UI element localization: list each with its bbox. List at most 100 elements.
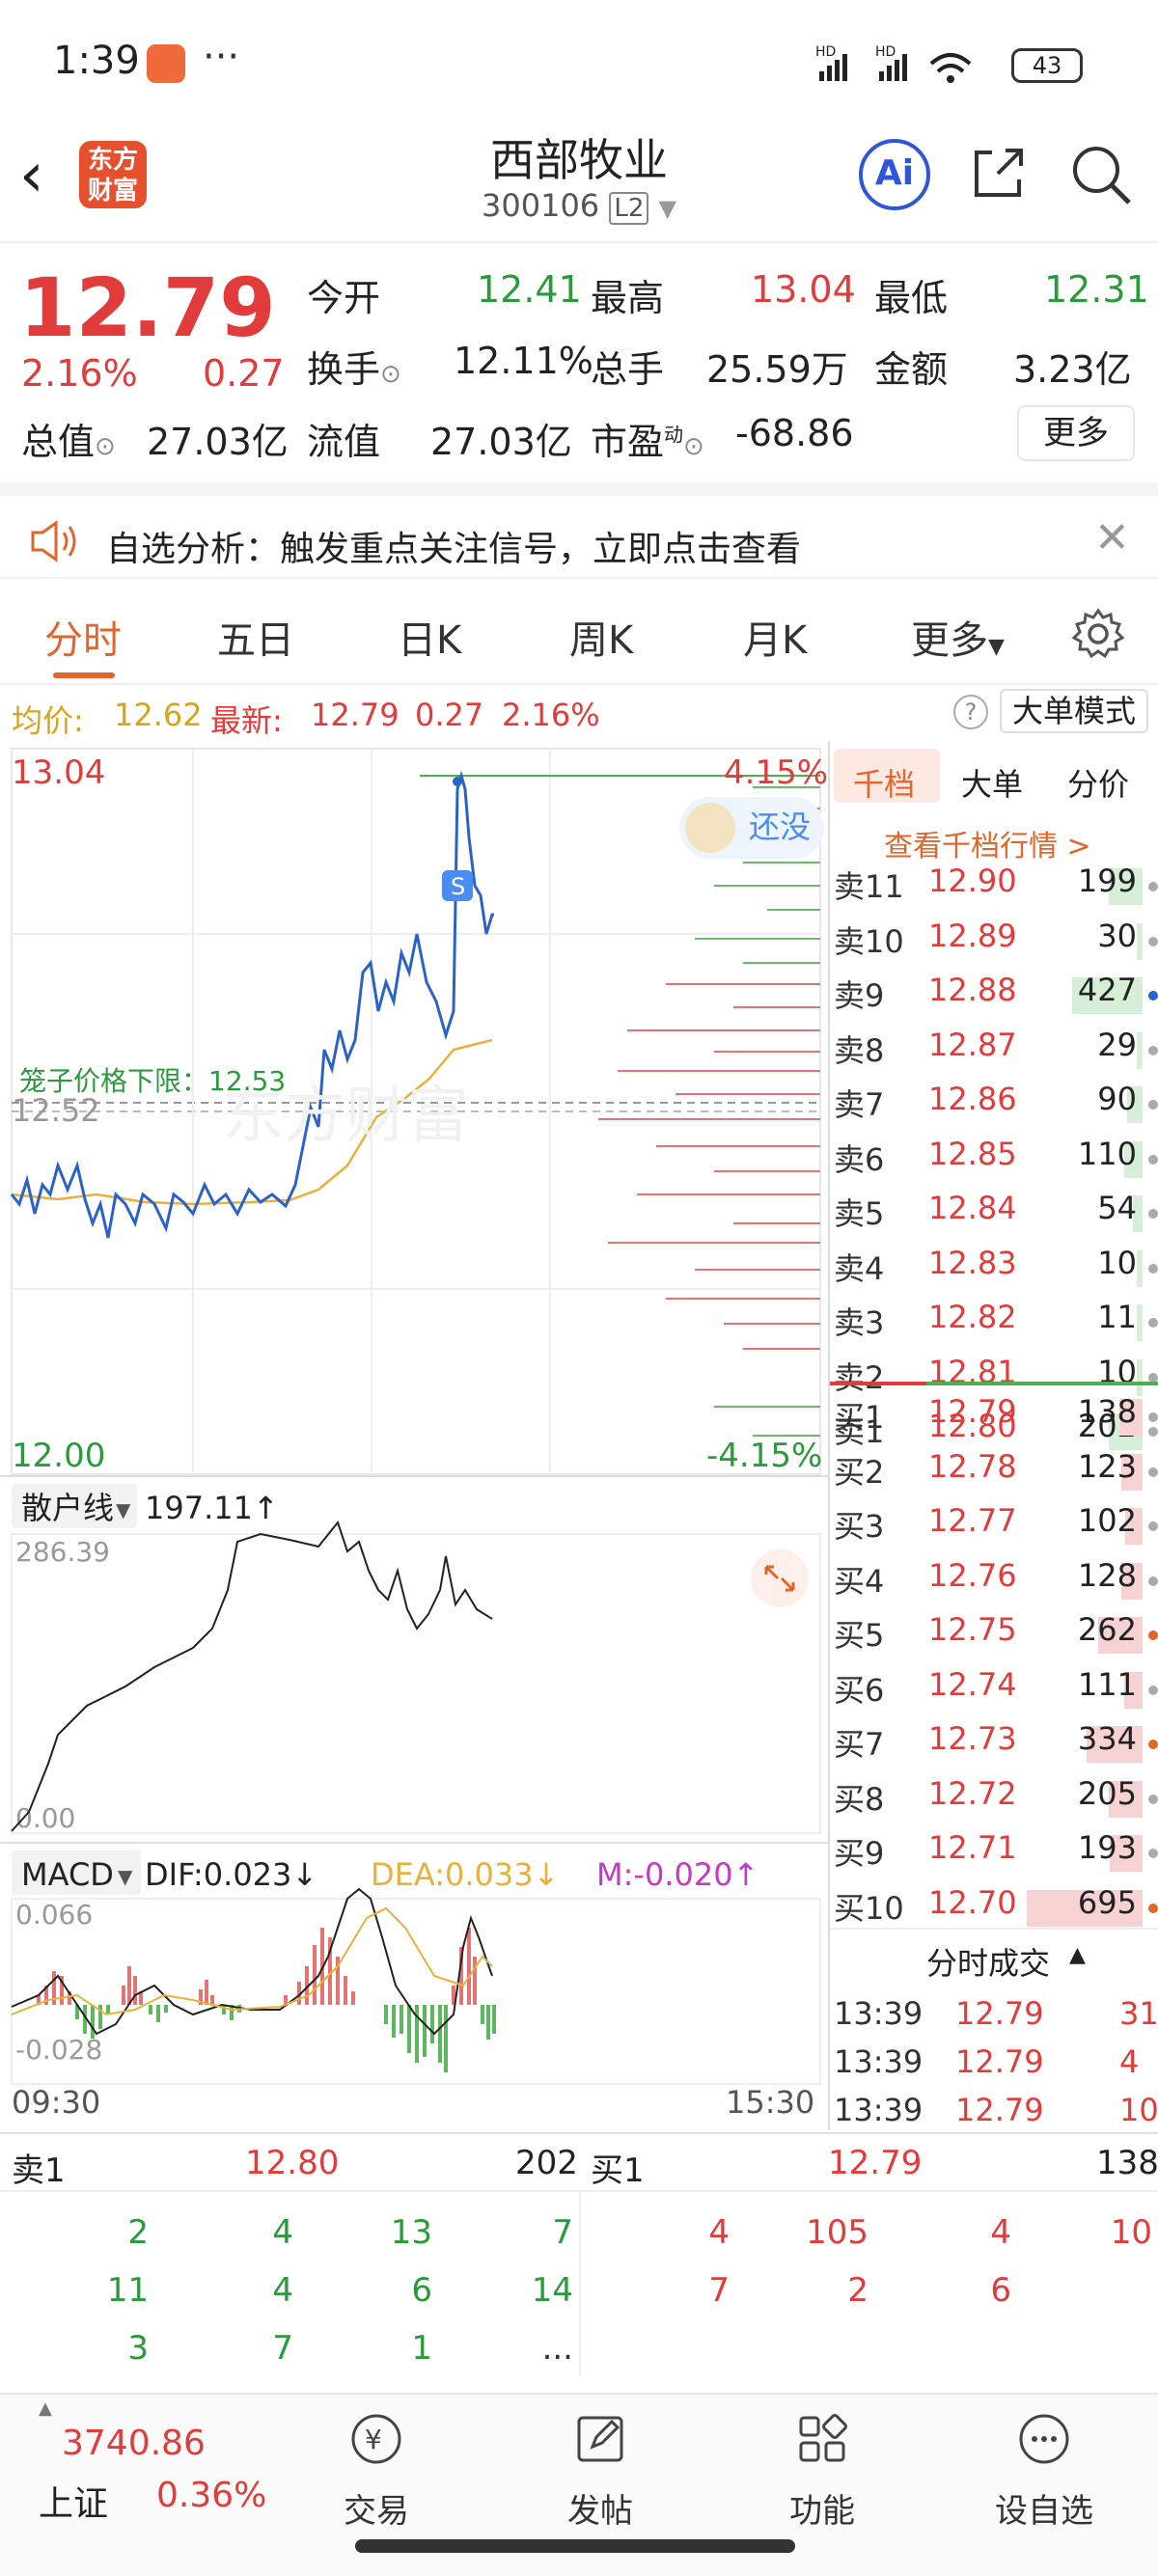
tab-depth[interactable]: 千档 xyxy=(853,760,915,805)
status-more-dots: ··· xyxy=(203,35,240,79)
bid-row-6[interactable]: 买6 12.74 111 xyxy=(830,1666,1158,1713)
low-value: 12.31 xyxy=(1044,268,1149,311)
ask-row-1[interactable]: 卖11 12.90 199 xyxy=(830,863,1158,909)
share-icon[interactable] xyxy=(969,143,1029,203)
caret-down-icon: ▼ xyxy=(988,635,1005,659)
ask-row-7[interactable]: 卖5 12.84 54 xyxy=(830,1190,1158,1236)
bid-row-5[interactable]: 买5 12.75 262 xyxy=(830,1611,1158,1658)
order-price: 12.78 xyxy=(928,1447,1017,1485)
tab-big-orders[interactable]: 大单 xyxy=(961,760,1023,805)
tab-more-label: 更多 xyxy=(911,618,988,663)
signal-wifi-icon: HD HD xyxy=(815,44,972,83)
trade-title: 分时成交 xyxy=(926,1945,1051,1982)
nav-trade[interactable]: ¥ 交易 xyxy=(309,2410,444,2532)
info-icon[interactable]: ⊙ xyxy=(683,432,704,461)
order-dot xyxy=(1148,1521,1158,1531)
status-bar: 1:39 ··· HD HD 43 xyxy=(0,0,1158,125)
ask-row-8[interactable]: 卖4 12.83 10 xyxy=(830,1245,1158,1291)
bid-row-10[interactable]: 买10 12.70 695 xyxy=(830,1884,1158,1931)
nav-trade-label: 交易 xyxy=(344,2492,409,2531)
brand-logo[interactable]: 东方财富 xyxy=(79,141,147,208)
tab-intraday[interactable]: 分时 xyxy=(44,609,122,665)
trade-time: 13:39 xyxy=(834,2092,924,2128)
order-vol: 90 xyxy=(1097,1081,1137,1117)
amount-label: 金额 xyxy=(874,348,949,391)
order-price: 12.88 xyxy=(928,972,1017,1008)
trade-header[interactable]: 分时成交 ▲ xyxy=(830,1928,1158,1986)
bid-row-1[interactable]: 买1 12.79 138 xyxy=(830,1393,1158,1439)
macd-label: MACD xyxy=(21,1856,114,1893)
order-dot xyxy=(1148,1631,1158,1640)
last-price: 12.79 xyxy=(19,260,276,355)
ask-row-5[interactable]: 卖7 12.86 90 xyxy=(830,1081,1158,1127)
search-icon[interactable] xyxy=(1069,143,1133,206)
ai-assistant-icon[interactable]: Ai xyxy=(859,139,930,210)
time-start-label: 09:30 xyxy=(12,2084,100,2121)
bid-row-9[interactable]: 买9 12.71 193 xyxy=(830,1829,1158,1876)
bid-row-3[interactable]: 买3 12.77 102 xyxy=(830,1502,1158,1548)
trade-vol: 4 xyxy=(1119,2043,1140,2080)
order-price: 12.77 xyxy=(928,1502,1017,1539)
order-price: 12.75 xyxy=(928,1611,1017,1648)
info-icon[interactable]: ⊙ xyxy=(380,360,401,389)
svg-text:HD: HD xyxy=(875,44,896,60)
nav-post[interactable]: 发帖 xyxy=(533,2410,668,2532)
nav-functions[interactable]: 功能 xyxy=(755,2410,890,2532)
order-dot xyxy=(1148,1263,1158,1274)
stock-header: 西部牧业 300106 L2 ▼ ‹ 东方财富 Ai xyxy=(0,125,1158,241)
gear-icon[interactable] xyxy=(1071,607,1125,661)
order-dot xyxy=(1148,936,1158,946)
order-label: 买3 xyxy=(834,1508,885,1545)
ask-row-2[interactable]: 卖10 12.89 30 xyxy=(830,918,1158,964)
tab-five-day[interactable]: 五日 xyxy=(217,609,294,665)
ask-row-6[interactable]: 卖6 12.85 110 xyxy=(830,1136,1158,1182)
order-dot xyxy=(1148,1794,1158,1804)
close-icon[interactable]: ✕ xyxy=(1094,513,1130,562)
trade-row: 13:39 12.79 31 xyxy=(830,1995,1158,2043)
trade-price: 12.79 xyxy=(955,1995,1044,2032)
order-dot xyxy=(1148,1100,1158,1110)
tab-price-levels[interactable]: 分价 xyxy=(1067,760,1129,805)
order-label: 卖9 xyxy=(834,977,885,1014)
bid-row-2[interactable]: 买2 12.78 123 xyxy=(830,1448,1158,1494)
nav-add-watchlist[interactable]: 设自选 xyxy=(977,2410,1112,2532)
ask-row-3[interactable]: 卖9 12.88 427 xyxy=(830,972,1158,1018)
mcap-label: 总值⊙ xyxy=(21,412,116,465)
tick-sell-label: 卖1 xyxy=(12,2151,66,2190)
stock-code: 300106 xyxy=(482,187,600,224)
average-price-row: 均价: 12.62 最新: 12.79 0.27 2.16% ? 大单模式 xyxy=(0,687,1158,739)
grid-icon xyxy=(799,2414,847,2462)
more-button[interactable]: 更多 xyxy=(1017,405,1135,461)
order-price: 12.85 xyxy=(928,1135,1017,1172)
index-pct: 0.36% xyxy=(156,2476,267,2515)
amount-value: 3.23亿 xyxy=(1013,348,1132,391)
bid-row-7[interactable]: 买7 12.73 334 xyxy=(830,1720,1158,1767)
order-book: 千档 大单 分价 查看千档行情 > 卖11 12.90 199 卖10 12.89 30 卖… xyxy=(828,741,1158,2130)
macd-top-label: 0.066 xyxy=(15,1899,93,1931)
order-price: 12.70 xyxy=(928,1883,1017,1921)
avg-label: 均价: xyxy=(12,702,84,739)
time-end-label: 15:30 xyxy=(726,2084,814,2121)
tab-more[interactable]: 更多▼ xyxy=(911,609,1005,665)
big-order-mode-button[interactable]: 大单模式 xyxy=(1000,689,1148,733)
low-label: 最低 xyxy=(874,277,949,319)
tab-week-k[interactable]: 周K xyxy=(569,609,633,665)
ask-row-4[interactable]: 卖8 12.87 29 xyxy=(830,1027,1158,1073)
bid-row-4[interactable]: 买4 12.76 128 xyxy=(830,1557,1158,1603)
ask-row-9[interactable]: 卖3 12.82 11 xyxy=(830,1299,1158,1345)
tab-month-k[interactable]: 月K xyxy=(743,609,807,665)
expand-chart-icon[interactable] xyxy=(751,1549,809,1607)
queue-cell: 2 xyxy=(127,2213,149,2252)
tab-day-k[interactable]: 日K xyxy=(398,609,461,665)
signal-notice[interactable]: 自选分析：触发重点关注信号，立即点击查看 ✕ xyxy=(0,482,1158,579)
svg-text:¥: ¥ xyxy=(365,2424,382,2455)
help-icon[interactable]: ? xyxy=(953,695,988,729)
index-ticker[interactable]: 3740.86 上证 0.36% xyxy=(17,2395,266,2549)
nav-post-label: 发帖 xyxy=(567,2492,633,2531)
info-icon[interactable]: ⊙ xyxy=(95,432,116,461)
intraday-chart[interactable]: S 东方财富 13.04 12.00 4.15% -4.15% 12.52 笼子… xyxy=(0,741,830,2130)
view-depth-link[interactable]: 查看千档行情 > xyxy=(884,822,1091,864)
bid-row-8[interactable]: 买8 12.72 205 xyxy=(830,1775,1158,1822)
home-indicator[interactable] xyxy=(355,2539,795,2553)
chevron-left-icon[interactable]: ‹ xyxy=(19,145,44,206)
